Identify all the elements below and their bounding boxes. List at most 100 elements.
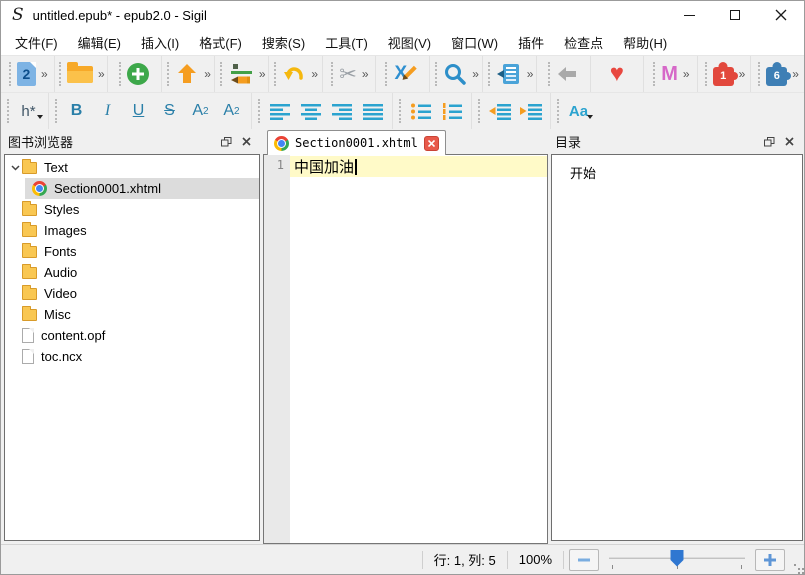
clips-button[interactable] bbox=[494, 60, 524, 88]
toolbar-drag-handle[interactable] bbox=[220, 62, 222, 86]
align-left-button[interactable] bbox=[264, 98, 295, 125]
spellcheck-button[interactable]: X bbox=[391, 60, 421, 88]
add-existing-button[interactable] bbox=[125, 61, 151, 87]
float-dock-button[interactable] bbox=[759, 133, 779, 151]
tree-item-toc-ncx[interactable]: toc.ncx bbox=[5, 346, 259, 367]
tree-item-content-opf[interactable]: content.opf bbox=[5, 325, 259, 346]
toolbar-drag-handle[interactable] bbox=[488, 62, 490, 86]
toolbar-drag-handle[interactable] bbox=[7, 99, 9, 123]
tree-item-video[interactable]: Video bbox=[5, 283, 259, 304]
donate-button[interactable]: ♥ bbox=[608, 60, 626, 88]
menu-item-file[interactable]: 文件(F) bbox=[5, 30, 68, 55]
overflow-chevron[interactable]: » bbox=[792, 67, 799, 81]
toolbar-drag-handle[interactable] bbox=[653, 62, 655, 86]
heading-dropdown-button[interactable]: h* bbox=[13, 98, 44, 125]
cut-button[interactable]: ✂ bbox=[337, 62, 359, 87]
back-button[interactable] bbox=[554, 62, 580, 86]
tab-close-button[interactable] bbox=[424, 136, 439, 151]
underline-button[interactable]: U bbox=[123, 98, 154, 125]
bold-button[interactable]: B bbox=[61, 98, 92, 125]
plugin-m-button[interactable]: M bbox=[659, 62, 680, 86]
expand-chevron-icon[interactable] bbox=[8, 165, 22, 171]
overflow-chevron[interactable]: » bbox=[362, 67, 369, 81]
float-dock-button[interactable] bbox=[216, 133, 236, 151]
slider-thumb[interactable] bbox=[671, 550, 684, 567]
toolbar-drag-handle[interactable] bbox=[705, 62, 707, 86]
subscript-button[interactable]: A2 bbox=[185, 98, 216, 125]
mend-button[interactable] bbox=[226, 60, 256, 88]
menu-item-search[interactable]: 搜索(S) bbox=[252, 30, 315, 55]
toolbar-drag-handle[interactable] bbox=[385, 62, 387, 86]
tree-item-fonts[interactable]: Fonts bbox=[5, 241, 259, 262]
toolbar-drag-handle[interactable] bbox=[119, 62, 121, 86]
open-button[interactable] bbox=[65, 64, 95, 85]
toolbar-drag-handle[interactable] bbox=[478, 99, 480, 123]
overflow-chevron[interactable]: » bbox=[204, 67, 211, 81]
zoom-out-button[interactable] bbox=[569, 549, 599, 571]
zoom-in-button[interactable] bbox=[755, 549, 785, 571]
toolbar-drag-handle[interactable] bbox=[331, 62, 333, 86]
resize-grip-icon[interactable] bbox=[794, 564, 796, 566]
overflow-chevron[interactable]: » bbox=[311, 67, 318, 81]
new-epub2-button[interactable]: 2 bbox=[15, 60, 38, 88]
tree-item-images[interactable]: Images bbox=[5, 220, 259, 241]
overflow-chevron[interactable]: » bbox=[739, 67, 746, 81]
change-case-button[interactable]: Aa bbox=[563, 98, 594, 125]
save-button[interactable] bbox=[173, 60, 201, 88]
overflow-chevron[interactable]: » bbox=[472, 67, 479, 81]
overflow-chevron[interactable]: » bbox=[259, 67, 266, 81]
undo-button[interactable] bbox=[280, 61, 308, 87]
tree-item-section0001[interactable]: Section0001.xhtml bbox=[5, 178, 259, 199]
indent-button[interactable] bbox=[515, 98, 546, 125]
outdent-button[interactable] bbox=[484, 98, 515, 125]
overflow-chevron[interactable]: » bbox=[527, 67, 534, 81]
menu-item-help[interactable]: 帮助(H) bbox=[613, 30, 677, 55]
close-button[interactable] bbox=[758, 1, 804, 29]
tree-item-audio[interactable]: Audio bbox=[5, 262, 259, 283]
maximize-button[interactable] bbox=[712, 1, 758, 29]
menu-item-tools[interactable]: 工具(T) bbox=[315, 30, 378, 55]
toolbar-drag-handle[interactable] bbox=[258, 99, 260, 123]
toolbar-drag-handle[interactable] bbox=[435, 62, 437, 86]
plugin-1-button[interactable]: 1 bbox=[711, 61, 736, 88]
align-center-button[interactable] bbox=[295, 98, 326, 125]
toc-entry-start[interactable]: 开始 bbox=[570, 163, 802, 182]
overflow-chevron[interactable]: » bbox=[98, 67, 105, 81]
menu-item-edit[interactable]: 编辑(E) bbox=[68, 30, 131, 55]
menu-item-window[interactable]: 窗口(W) bbox=[441, 30, 508, 55]
tab-section0001[interactable]: Section0001.xhtml bbox=[267, 130, 446, 155]
close-dock-button[interactable] bbox=[236, 133, 256, 151]
tree-item-styles[interactable]: Styles bbox=[5, 199, 259, 220]
toolbar-drag-handle[interactable] bbox=[548, 62, 550, 86]
bullet-list-button[interactable] bbox=[405, 98, 436, 125]
overflow-chevron[interactable]: » bbox=[41, 67, 48, 81]
italic-button[interactable]: I bbox=[92, 98, 123, 125]
toolbar-drag-handle[interactable] bbox=[557, 99, 559, 123]
align-justify-button[interactable] bbox=[357, 98, 388, 125]
menu-item-view[interactable]: 视图(V) bbox=[378, 30, 441, 55]
overflow-chevron[interactable]: » bbox=[683, 67, 690, 81]
close-dock-button[interactable] bbox=[779, 133, 799, 151]
toolbar-drag-handle[interactable] bbox=[9, 62, 11, 86]
menu-item-plugins[interactable]: 插件 bbox=[508, 30, 554, 55]
code-area[interactable]: 中国加油 bbox=[290, 155, 547, 543]
menu-item-format[interactable]: 格式(F) bbox=[189, 30, 252, 55]
numbered-list-button[interactable] bbox=[436, 98, 467, 125]
superscript-button[interactable]: A2 bbox=[216, 98, 247, 125]
toolbar-drag-handle[interactable] bbox=[167, 62, 169, 86]
menu-item-insert[interactable]: 插入(I) bbox=[131, 30, 189, 55]
strikethrough-button[interactable]: S bbox=[154, 98, 185, 125]
menu-item-checkpoints[interactable]: 检查点 bbox=[554, 30, 613, 55]
toolbar-drag-handle[interactable] bbox=[399, 99, 401, 123]
plugin-6-button[interactable]: 6 bbox=[764, 61, 789, 88]
toolbar-drag-handle[interactable] bbox=[55, 99, 57, 123]
tree-item-misc[interactable]: Misc bbox=[5, 304, 259, 325]
minimize-button[interactable] bbox=[666, 1, 712, 29]
zoom-slider[interactable] bbox=[606, 547, 748, 573]
tree-item-text[interactable]: Text bbox=[5, 157, 259, 178]
find-button[interactable] bbox=[441, 60, 469, 88]
toolbar-drag-handle[interactable] bbox=[59, 62, 61, 86]
toolbar-drag-handle[interactable] bbox=[274, 62, 276, 86]
toolbar-drag-handle[interactable] bbox=[758, 62, 760, 86]
align-right-button[interactable] bbox=[326, 98, 357, 125]
